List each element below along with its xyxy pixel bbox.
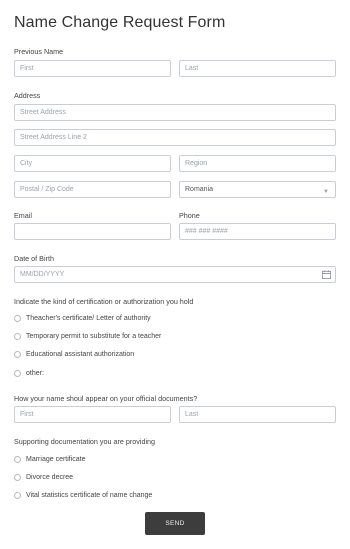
certification-option[interactable]: Theacher's certificate/ Letter of author… — [14, 313, 151, 323]
radio-button[interactable] — [14, 473, 21, 481]
certification-option-label: Theacher's certificate/ Letter of author… — [26, 314, 151, 322]
dob-placeholder: MM/DD/YYYY — [20, 271, 65, 278]
street-address-line2-input[interactable]: Street Address Line 2 — [14, 129, 336, 146]
documentation-option-label: Vital statistics certificate of name cha… — [26, 491, 153, 499]
certification-option-label: Educational assistant authorization — [26, 350, 135, 358]
phone-input[interactable]: ### ### #### — [179, 223, 336, 240]
previous-first-name-input[interactable]: First — [14, 60, 171, 77]
email-label: Email — [14, 211, 32, 220]
email-input[interactable] — [14, 223, 171, 240]
radio-button[interactable] — [14, 369, 21, 377]
radio-button[interactable] — [14, 350, 21, 358]
documentation-option-label: Divorce decree — [26, 473, 74, 481]
documentation-option-label: Marriage certificate — [26, 455, 86, 463]
chevron-down-icon: ▼ — [323, 189, 329, 195]
phone-label: Phone — [179, 211, 200, 220]
calendar-icon[interactable] — [322, 270, 331, 279]
certification-option-label: Temporary permit to substitute for a tea… — [26, 332, 162, 340]
documentation-option[interactable]: Divorce decree — [14, 472, 73, 482]
form-title: Name Change Request Form — [14, 14, 226, 31]
new-name-label: How your name shoul appear on your offic… — [14, 394, 198, 403]
radio-button[interactable] — [14, 314, 21, 322]
certification-option[interactable]: Educational assistant authorization — [14, 349, 134, 359]
new-first-name-input[interactable]: First — [14, 406, 171, 423]
region-input[interactable]: Region — [179, 155, 336, 172]
address-label: Address — [14, 91, 41, 100]
street-address-input[interactable]: Street Address — [14, 104, 336, 121]
dob-input[interactable]: MM/DD/YYYY — [14, 266, 336, 283]
dob-label: Date of Birth — [14, 254, 54, 263]
send-button[interactable]: SEND — [145, 512, 205, 535]
new-last-name-input[interactable]: Last — [179, 406, 336, 423]
country-select[interactable]: Romania ▼ — [179, 181, 336, 198]
documentation-option[interactable]: Vital statistics certificate of name cha… — [14, 490, 152, 500]
radio-button[interactable] — [14, 491, 21, 499]
certification-label: Indicate the kind of certification or au… — [14, 297, 194, 306]
radio-button[interactable] — [14, 455, 21, 463]
certification-option[interactable]: other: — [14, 368, 44, 378]
country-select-value: Romania — [185, 186, 214, 193]
previous-last-name-input[interactable]: Last — [179, 60, 336, 77]
documentation-option[interactable]: Marriage certificate — [14, 454, 86, 464]
radio-button[interactable] — [14, 332, 21, 340]
certification-option-label: other: — [26, 369, 44, 377]
city-input[interactable]: City — [14, 155, 171, 172]
documentation-label: Supporting documentation you are providi… — [14, 437, 156, 446]
certification-option[interactable]: Temporary permit to substitute for a tea… — [14, 331, 161, 341]
previous-name-label: Previous Name — [14, 47, 64, 56]
postal-code-input[interactable]: Postal / Zip Code — [14, 181, 171, 198]
